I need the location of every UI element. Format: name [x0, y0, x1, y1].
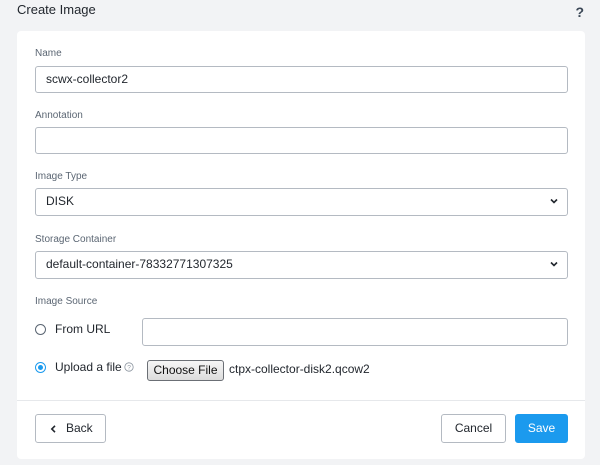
selected-file-name: ctpx-collector-disk2.qcow2	[229, 362, 370, 376]
svg-text:?: ?	[127, 364, 131, 371]
back-label: Back	[66, 421, 93, 435]
annotation-input[interactable]	[35, 127, 568, 154]
dialog-title: Create Image	[17, 2, 96, 17]
save-button[interactable]: Save	[515, 414, 568, 443]
image-source-label: Image Source	[35, 296, 98, 307]
image-type-label: Image Type	[35, 171, 88, 182]
chevron-down-icon	[550, 198, 558, 204]
storage-container-label: Storage Container	[35, 234, 117, 245]
name-input[interactable]: scwx-collector2	[35, 66, 568, 93]
chevron-down-icon	[550, 261, 558, 267]
footer-divider	[17, 400, 585, 401]
upload-file-label: Upload a file	[55, 360, 122, 374]
info-icon[interactable]: ?	[124, 362, 134, 372]
annotation-label: Annotation	[35, 110, 83, 121]
upload-file-radio[interactable]	[35, 362, 46, 373]
image-type-select[interactable]: DISK	[35, 188, 568, 216]
from-url-label: From URL	[55, 322, 111, 336]
name-label: Name	[35, 48, 62, 59]
storage-container-select[interactable]: default-container-78332771307325	[35, 251, 568, 279]
choose-file-button[interactable]: Choose File	[147, 360, 224, 381]
question-mark-icon[interactable]: ?	[575, 4, 584, 20]
image-type-value: DISK	[46, 194, 75, 208]
chevron-left-icon	[50, 425, 56, 433]
storage-container-value: default-container-78332771307325	[46, 257, 233, 271]
cancel-button[interactable]: Cancel	[441, 414, 506, 443]
create-image-form: Name scwx-collector2 Annotation Image Ty…	[17, 31, 585, 459]
url-input[interactable]	[142, 318, 568, 346]
back-button[interactable]: Back	[35, 414, 106, 443]
from-url-radio[interactable]	[35, 324, 46, 335]
